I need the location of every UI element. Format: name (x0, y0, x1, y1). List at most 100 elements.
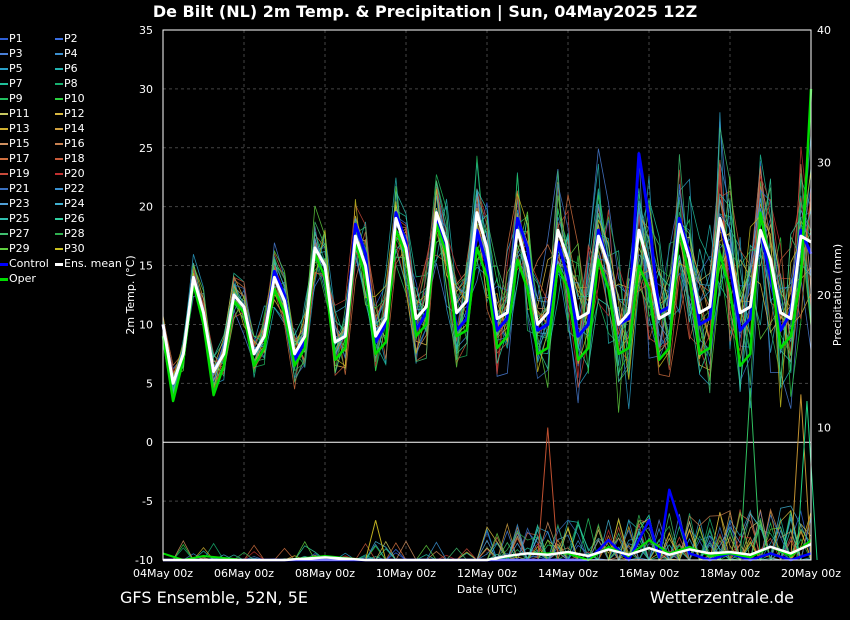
legend-swatch (55, 98, 63, 100)
legend-item-p8: P8 (55, 77, 78, 91)
legend-swatch (0, 83, 8, 85)
legend-item-p26: P26 (55, 212, 85, 226)
legend-swatch (0, 143, 8, 145)
y2-axis-label: Precipitation (mm) (831, 244, 844, 346)
legend-label: Control (9, 257, 49, 270)
legend-item-p7: P7 (0, 77, 23, 91)
legend-label: P24 (64, 197, 85, 210)
legend-swatch (0, 128, 8, 130)
legend-swatch (0, 248, 8, 250)
y-axis-ticks: 35 30 25 20 15 10 5 0 -5 -10 (135, 24, 153, 567)
legend-label: P26 (64, 212, 85, 225)
x-tick-label: 20May 00z (781, 567, 841, 580)
legend-swatch (0, 262, 8, 266)
legend-label: P10 (64, 92, 85, 105)
legend-label: P7 (9, 77, 23, 90)
legend-label: P23 (9, 197, 30, 210)
legend-swatch (0, 188, 8, 190)
x-tick-label: 06May 00z (214, 567, 274, 580)
legend-label: P21 (9, 182, 30, 195)
legend-swatch (0, 203, 8, 205)
legend-swatch (55, 53, 63, 55)
legend-swatch (55, 68, 63, 70)
legend-label: P1 (9, 32, 23, 45)
legend-item-p19: P19 (0, 167, 30, 181)
legend-swatch (55, 113, 63, 115)
legend-label: P28 (64, 227, 85, 240)
legend-label: P29 (9, 242, 30, 255)
y2-tick-label: 10 (817, 422, 831, 435)
legend-swatch (55, 143, 63, 145)
ensemble-member-lines (162, 112, 818, 562)
legend-item-p21: P21 (0, 182, 30, 196)
legend-label: P3 (9, 47, 23, 60)
legend-item-p10: P10 (55, 92, 85, 106)
legend-item-oper: Oper (0, 272, 36, 286)
legend-swatch (55, 218, 63, 220)
legend-label: P12 (64, 107, 85, 120)
legend-swatch (55, 128, 63, 130)
y-tick-label: 15 (139, 260, 153, 273)
legend-label: P22 (64, 182, 85, 195)
y2-tick-label: 40 (817, 24, 831, 37)
x-tick-label: 10May 00z (376, 567, 436, 580)
legend-label: P17 (9, 152, 30, 165)
legend-swatch (0, 218, 8, 220)
x-tick-label: 08May 00z (295, 567, 355, 580)
legend-label: Oper (9, 272, 36, 285)
y-tick-label: -10 (135, 554, 153, 567)
legend-item-p4: P4 (55, 47, 78, 61)
model-info: GFS Ensemble, 52N, 5E (120, 588, 308, 607)
legend-swatch (55, 173, 63, 175)
legend-item-p18: P18 (55, 152, 85, 166)
site-credit: Wetterzentrale.de (649, 588, 794, 607)
legend-label: P2 (64, 32, 78, 45)
legend-swatch (0, 173, 8, 175)
chart-canvas: 35 30 25 20 15 10 5 0 -5 -10 40 30 20 10 04May 00z 06… (124, 24, 844, 596)
legend-item-p28: P28 (55, 227, 85, 241)
legend-label: P15 (9, 137, 30, 150)
legend-item-p12: P12 (55, 107, 85, 121)
legend-item-p1: P1 (0, 32, 23, 46)
legend-item-p9: P9 (0, 92, 23, 106)
legend-label: P5 (9, 62, 23, 75)
legend-swatch (55, 248, 63, 250)
legend-swatch (0, 53, 8, 55)
y-tick-label: 25 (139, 142, 153, 155)
legend-swatch (55, 188, 63, 190)
legend-item-control: Control (0, 257, 49, 271)
legend-item-p20: P20 (55, 167, 85, 181)
y2-tick-label: 20 (817, 289, 831, 302)
y-tick-label: 30 (139, 83, 153, 96)
legend-swatch (0, 68, 8, 70)
legend-item-p27: P27 (0, 227, 30, 241)
legend-item-p3: P3 (0, 47, 23, 61)
legend-label: P4 (64, 47, 78, 60)
y2-tick-label: 30 (817, 157, 831, 170)
y-tick-label: 0 (146, 436, 153, 449)
x-tick-label: 16May 00z (619, 567, 679, 580)
y-tick-label: 5 (146, 377, 153, 390)
legend-swatch (55, 262, 63, 266)
legend-item-p11: P11 (0, 107, 30, 121)
x-axis-ticks: 04May 00z 06May 00z 08May 00z 10May 00z 12Ma… (133, 567, 841, 580)
legend-label: P16 (64, 137, 85, 150)
legend-label: P27 (9, 227, 30, 240)
legend-label: P20 (64, 167, 85, 180)
legend-label: P6 (64, 62, 78, 75)
legend-swatch (55, 233, 63, 235)
legend-item-p16: P16 (55, 137, 85, 151)
legend-label: P19 (9, 167, 30, 180)
legend-item-p25: P25 (0, 212, 30, 226)
legend-label: P9 (9, 92, 23, 105)
legend-label: P30 (64, 242, 85, 255)
x-tick-label: 12May 00z (457, 567, 517, 580)
legend-item-p29: P29 (0, 242, 30, 256)
legend-item-p14: P14 (55, 122, 85, 136)
legend-label: P8 (64, 77, 78, 90)
legend-item-ens-mean: Ens. mean (55, 257, 122, 271)
x-tick-label: 14May 00z (538, 567, 598, 580)
legend-swatch (0, 277, 8, 281)
legend-item-p30: P30 (55, 242, 85, 256)
legend-swatch (0, 158, 8, 160)
